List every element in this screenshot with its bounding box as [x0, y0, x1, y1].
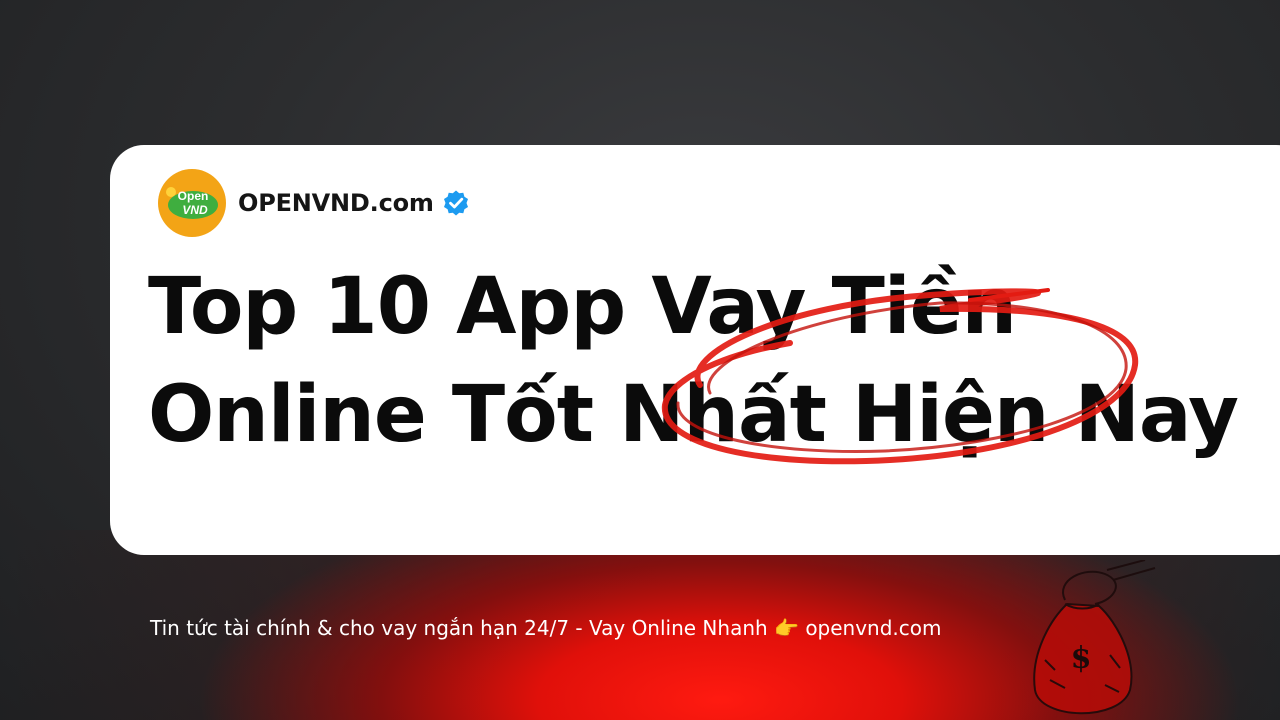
- pointing-hand-icon: 👉: [774, 616, 799, 640]
- tagline-site-link[interactable]: openvnd.com: [805, 616, 941, 640]
- openvnd-logo: Open VND: [158, 169, 226, 237]
- money-bag-illustration: $: [1033, 560, 1156, 715]
- brand-header: Open VND OPENVND.com: [158, 169, 470, 237]
- brand-name: OPENVND.com: [238, 189, 434, 217]
- tagline: Tin tức tài chính & cho vay ngắn hạn 24/…: [150, 616, 942, 640]
- tagline-text: Tin tức tài chính & cho vay ngắn hạn 24/…: [150, 616, 768, 640]
- logo-graphic: Open VND: [166, 187, 218, 219]
- logo-text-vnd: VND: [182, 203, 208, 217]
- headline: Top 10 App Vay Tiền Online Tốt Nhất Hiện…: [148, 253, 1239, 469]
- headline-line-1: Top 10 App Vay Tiền: [148, 262, 1017, 352]
- verified-badge-icon: [443, 190, 468, 216]
- title-card: Open VND OPENVND.com Top 10 App Vay Tiền…: [110, 145, 1280, 555]
- headline-line-2: Online Tốt Nhất Hiện Nay: [148, 370, 1239, 460]
- dollar-sign: $: [1071, 641, 1092, 676]
- logo-text-open: Open: [178, 189, 209, 203]
